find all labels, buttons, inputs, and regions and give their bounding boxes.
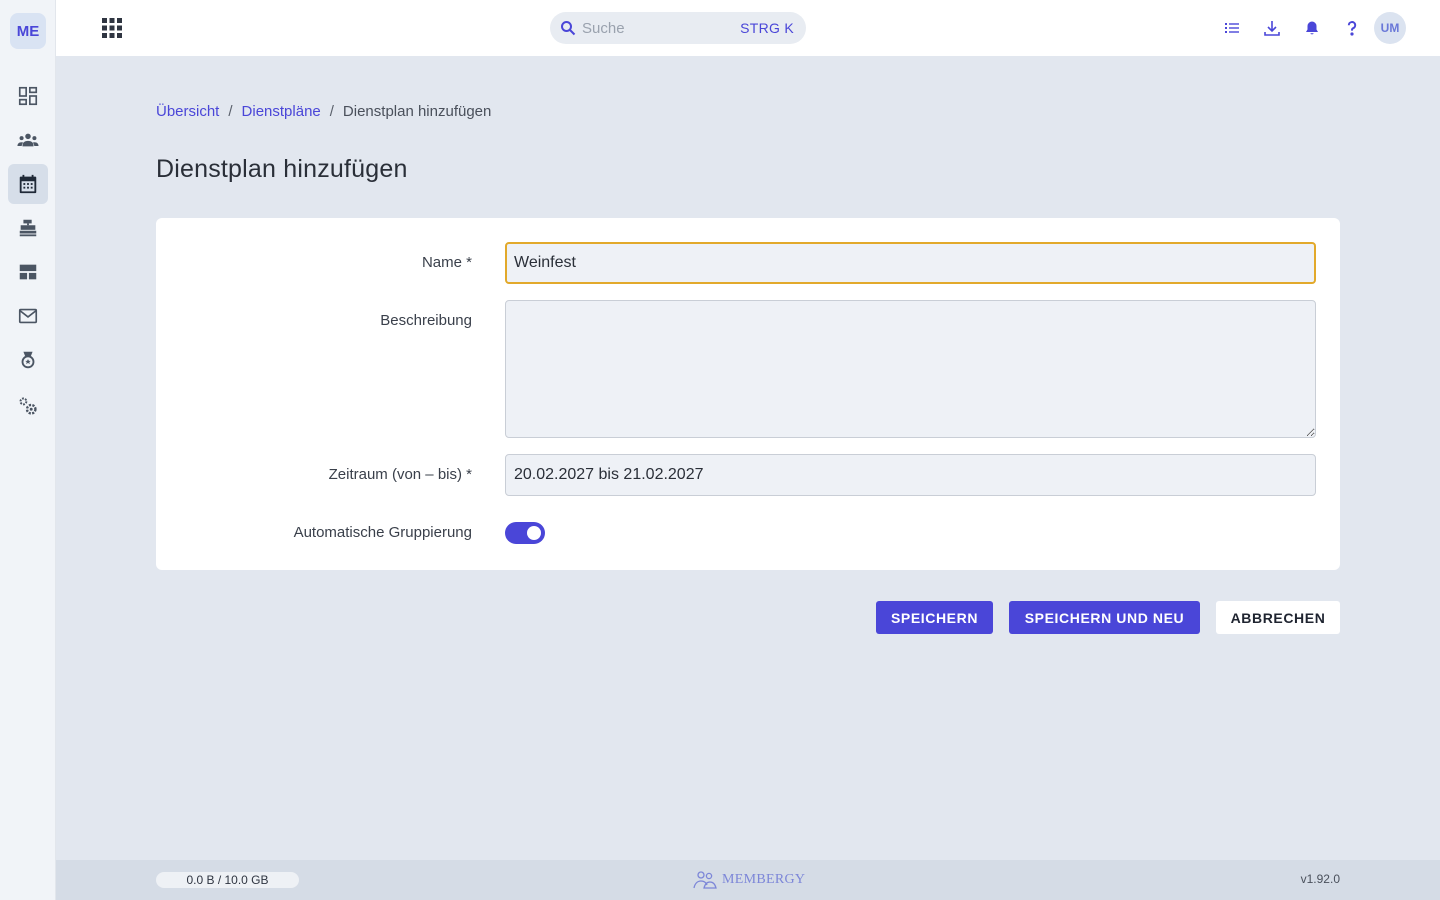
notifications-button[interactable]	[1300, 16, 1324, 40]
page-title: Dienstplan hinzufügen	[156, 155, 408, 183]
search-icon	[561, 21, 576, 36]
description-field[interactable]	[505, 300, 1316, 438]
layout-icon	[19, 264, 37, 280]
apps-grid-icon	[102, 18, 122, 38]
help-button[interactable]	[1340, 16, 1364, 40]
sidebar: ME	[0, 0, 56, 900]
help-icon	[1347, 21, 1357, 36]
app-logo[interactable]: ME	[10, 13, 46, 49]
task-list-button[interactable]	[1220, 16, 1244, 40]
topbar: STRG K UM	[56, 0, 1440, 56]
cancel-button[interactable]: ABBRECHEN	[1216, 601, 1340, 634]
save-and-new-button[interactable]: SPEICHERN UND NEU	[1009, 601, 1200, 634]
cash-register-icon	[19, 219, 37, 237]
dashboard-icon	[18, 86, 38, 106]
membergy-logo-icon	[693, 871, 717, 889]
footer: 0.0 B / 10.0 GB MEMBERGY v1.92.0	[56, 860, 1440, 900]
download-button[interactable]	[1260, 16, 1284, 40]
user-avatar[interactable]: UM	[1374, 12, 1406, 44]
roster-form-card: Name * Beschreibung Zeitraum (von – bis)…	[156, 218, 1340, 570]
mail-icon	[18, 308, 38, 324]
members-icon	[17, 133, 39, 147]
download-icon	[1264, 21, 1280, 36]
task-list-icon	[1225, 23, 1239, 33]
name-field[interactable]	[505, 242, 1316, 284]
sidebar-item-cash-register[interactable]	[8, 208, 48, 248]
grouping-toggle[interactable]	[505, 522, 545, 544]
breadcrumb-link-overview[interactable]: Übersicht	[156, 103, 219, 120]
settings-icon	[19, 397, 37, 415]
brand-name: MEMBERGY	[722, 872, 806, 887]
breadcrumb: Übersicht / Dienstpläne / Dienstplan hin…	[156, 103, 491, 120]
sidebar-item-mail[interactable]	[8, 296, 48, 336]
grouping-label: Automatische Gruppierung	[293, 524, 472, 541]
breadcrumb-separator: /	[329, 103, 334, 120]
description-label: Beschreibung	[380, 312, 472, 329]
brand-logo: MEMBERGY	[692, 869, 805, 891]
name-label: Name *	[421, 254, 472, 271]
sidebar-item-dashboard[interactable]	[8, 76, 48, 116]
save-button[interactable]: SPEICHERN	[876, 601, 993, 634]
search-shortcut-hint: STRG K	[740, 20, 794, 36]
bell-icon	[1306, 21, 1318, 35]
apps-menu-button[interactable]	[100, 16, 124, 40]
period-field[interactable]	[505, 454, 1316, 496]
storage-usage: 0.0 B / 10.0 GB	[156, 872, 299, 888]
sidebar-item-calendar[interactable]	[8, 164, 48, 204]
sidebar-item-settings[interactable]	[8, 386, 48, 426]
sidebar-item-awards[interactable]	[8, 340, 48, 380]
breadcrumb-current: Dienstplan hinzufügen	[342, 103, 492, 120]
breadcrumb-link-rosters[interactable]: Dienstpläne	[242, 103, 321, 120]
breadcrumb-separator: /	[228, 103, 233, 120]
toggle-knob	[527, 526, 541, 540]
award-icon	[21, 351, 35, 369]
sidebar-item-members[interactable]	[8, 120, 48, 160]
period-label: Zeitraum (von – bis) *	[328, 466, 472, 483]
search-box[interactable]: STRG K	[550, 12, 806, 44]
calendar-icon	[19, 174, 37, 194]
search-input[interactable]	[582, 19, 722, 37]
sidebar-item-layout[interactable]	[8, 252, 48, 292]
app-version: v1.92.0	[1300, 872, 1340, 886]
